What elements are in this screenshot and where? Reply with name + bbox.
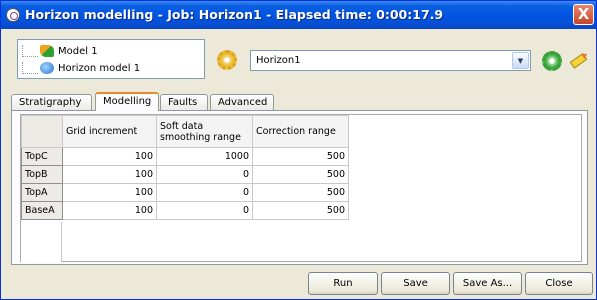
column-header-grid-increment: Grid increment bbox=[62, 115, 157, 148]
model-tree: Model 1 Horizon model 1 bbox=[17, 39, 205, 79]
tab-advanced[interactable]: Advanced bbox=[210, 94, 274, 110]
job-select[interactable]: Horizon1 ▼ bbox=[250, 50, 531, 71]
correction-range-cell[interactable]: 500 bbox=[252, 183, 349, 202]
grid-increment-cell[interactable]: 100 bbox=[62, 147, 157, 166]
horizon-modelling-window: Horizon modelling - Job: Horizon1 - Elap… bbox=[0, 0, 597, 300]
smoothing-range-cell[interactable]: 0 bbox=[156, 183, 253, 202]
correction-range-cell[interactable]: 500 bbox=[252, 147, 349, 166]
tree-item-label: Model 1 bbox=[58, 45, 98, 57]
close-button[interactable]: Close bbox=[525, 272, 593, 295]
smoothing-range-cell[interactable]: 0 bbox=[156, 165, 253, 184]
save-as-button[interactable]: Save As... bbox=[453, 272, 522, 295]
run-settings-gear-icon[interactable] bbox=[542, 51, 562, 71]
grid-increment-cell[interactable]: 100 bbox=[62, 165, 157, 184]
edit-pencil-icon[interactable] bbox=[564, 46, 592, 74]
horizon-parameter-grid: Grid increment Soft data smoothing range… bbox=[20, 114, 582, 262]
table-row: TopB 100 0 500 bbox=[21, 165, 349, 184]
correction-range-cell[interactable]: 500 bbox=[252, 201, 349, 220]
parameter-table: Grid increment Soft data smoothing range… bbox=[21, 115, 349, 220]
save-button[interactable]: Save bbox=[381, 272, 450, 295]
row-header-strip bbox=[21, 222, 62, 262]
grid-increment-cell[interactable]: 100 bbox=[62, 201, 157, 220]
table-row: TopC 100 1000 500 bbox=[21, 147, 349, 166]
row-header-topa[interactable]: TopA bbox=[21, 183, 63, 202]
table-row: TopA 100 0 500 bbox=[21, 183, 349, 202]
job-settings-gear-icon[interactable] bbox=[217, 50, 237, 70]
close-window-button[interactable]: X bbox=[573, 4, 594, 25]
tree-item-model-1[interactable]: Model 1 bbox=[22, 43, 98, 59]
run-button[interactable]: Run bbox=[308, 272, 378, 295]
tree-connector bbox=[22, 45, 38, 57]
app-icon bbox=[6, 8, 20, 22]
tab-modelling[interactable]: Modelling bbox=[95, 92, 159, 111]
column-header-soft-data-smoothing-range: Soft data smoothing range bbox=[156, 115, 253, 148]
correction-range-cell[interactable]: 500 bbox=[252, 165, 349, 184]
job-select-value: Horizon1 bbox=[256, 55, 301, 66]
column-header-correction-range: Correction range bbox=[252, 115, 349, 148]
row-header-basea[interactable]: BaseA bbox=[21, 201, 63, 220]
tab-stratigraphy[interactable]: Stratigraphy bbox=[11, 94, 92, 110]
row-header-topc[interactable]: TopC bbox=[21, 147, 63, 166]
grid-increment-cell[interactable]: 100 bbox=[62, 183, 157, 202]
table-row: BaseA 100 0 500 bbox=[21, 201, 349, 220]
row-header-topb[interactable]: TopB bbox=[21, 165, 63, 184]
smoothing-range-cell[interactable]: 1000 bbox=[156, 147, 253, 166]
tab-faults[interactable]: Faults bbox=[160, 94, 208, 110]
chevron-down-icon[interactable]: ▼ bbox=[512, 52, 529, 69]
table-corner-cell bbox=[21, 115, 63, 148]
title-bar[interactable]: Horizon modelling - Job: Horizon1 - Elap… bbox=[1, 1, 596, 29]
horizon-model-icon bbox=[40, 62, 54, 74]
tree-item-label: Horizon model 1 bbox=[58, 62, 141, 74]
tree-connector bbox=[22, 62, 38, 74]
table-header-row: Grid increment Soft data smoothing range… bbox=[21, 115, 349, 148]
smoothing-range-cell[interactable]: 0 bbox=[156, 201, 253, 220]
modelling-tab-panel: Grid increment Soft data smoothing range… bbox=[11, 110, 588, 265]
model-icon bbox=[40, 45, 54, 57]
tree-item-horizon-model-1[interactable]: Horizon model 1 bbox=[22, 60, 140, 76]
window-title: Horizon modelling - Job: Horizon1 - Elap… bbox=[25, 7, 444, 22]
